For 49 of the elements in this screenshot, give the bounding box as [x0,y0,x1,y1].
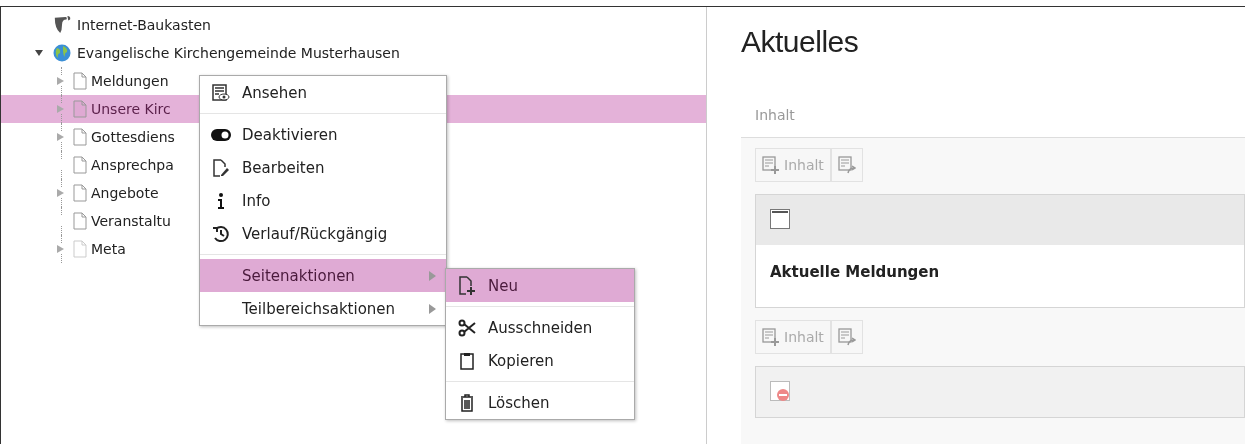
logo-icon [53,16,71,34]
menu-item[interactable]: Neu [446,269,634,302]
history-icon [212,224,230,243]
expand-arrow-icon[interactable] [35,49,43,57]
menu-item[interactable]: Verlauf/Rückgängig [200,217,446,250]
paste-button[interactable] [830,320,863,354]
tree-item-label[interactable]: Unsere Kirc [91,101,171,117]
edit-document-icon [212,158,230,177]
info-icon [216,191,226,210]
tree-item-label[interactable]: Gottesdiens [91,129,175,145]
tree-item-label[interactable]: Meta [91,241,126,257]
toggle-icon [211,128,231,141]
page-icon [73,156,87,174]
clipboard-icon [460,351,474,370]
menu-item[interactable]: Ausschneiden [446,311,634,344]
hidden-element-icon [770,381,792,401]
page-title: Aktuelles [741,25,860,59]
add-content-icon [762,328,780,346]
header-element-icon [770,209,790,229]
menu-item[interactable]: Bearbeiten [200,151,446,184]
tree-item-label[interactable]: Angebote [91,185,159,201]
page-icon [73,212,87,230]
menu-item[interactable]: Seitenaktionen [200,259,446,292]
menu-item[interactable]: Kopieren [446,344,634,377]
paste-content-icon [837,328,856,346]
menu-item[interactable]: Teilbereichsaktionen [200,292,446,325]
new-document-icon [458,275,476,296]
trash-icon [460,393,474,412]
paste-content-icon [837,156,856,174]
page-icon [73,240,87,258]
scissors-icon [458,318,476,337]
tree-item-label[interactable]: Ansprechpa [91,157,174,173]
eye-document-icon [212,83,230,102]
tree-root-label[interactable]: Internet-Baukasten [77,17,211,33]
page-icon [73,72,87,90]
globe-icon [53,44,71,62]
page-icon [73,100,87,118]
tree-item-label[interactable]: Meldungen [91,73,169,89]
page-icon [73,184,87,202]
menu-item[interactable]: Löschen [446,386,634,419]
add-content-icon [762,156,780,174]
tree-item-label[interactable]: Evangelische Kirchengemeinde Musterhausen [77,45,400,61]
element-header: Aktuelle Meldungen [770,263,940,281]
page-icon [73,128,87,146]
menu-item[interactable]: Deaktivieren [200,118,446,151]
menu-item[interactable]: Ansehen [200,76,446,109]
tree-item-label[interactable]: Veranstaltu [91,213,171,229]
menu-item[interactable]: Info [200,184,446,217]
paste-button[interactable] [830,148,863,182]
